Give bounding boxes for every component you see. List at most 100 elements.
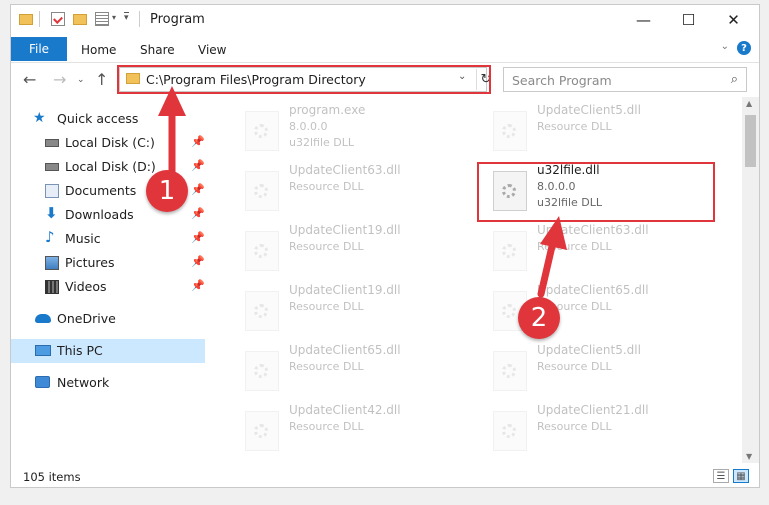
status-bar: 105 items ☰ ▦ <box>11 465 759 487</box>
star-icon: ★ <box>33 110 46 126</box>
expand-ribbon-icon[interactable]: ⌄ <box>721 41 729 52</box>
tab-file[interactable]: File <box>11 37 67 61</box>
sidebar-item-music[interactable]: ♪ Music 📌 <box>11 227 205 251</box>
vertical-scrollbar[interactable]: ▲ ▼ <box>742 97 759 463</box>
separator <box>139 11 140 27</box>
sidebar-item-network[interactable]: Network <box>11 371 205 395</box>
sidebar-item-label: Documents <box>65 183 137 198</box>
sidebar-item-label: Quick access <box>57 111 139 126</box>
file-description: Resource DLL <box>289 360 364 373</box>
file-item[interactable]: UpdateClient21.dll Resource DLL <box>479 399 709 455</box>
pin-icon[interactable]: 📌 <box>191 279 205 292</box>
drive-icon <box>45 139 59 147</box>
file-name: UpdateClient63.dll <box>289 163 401 177</box>
navigation-bar: ← → ⌄ ↑ C:\Program Files\Program Directo… <box>11 63 759 97</box>
back-icon[interactable]: ← <box>23 70 36 89</box>
forward-icon[interactable]: → <box>53 70 66 89</box>
file-item[interactable]: UpdateClient63.dll Resource DLL <box>479 219 709 275</box>
file-name: UpdateClient19.dll <box>289 283 401 297</box>
scrollbar-thumb[interactable] <box>745 115 756 167</box>
folder-icon <box>19 14 33 25</box>
tab-home[interactable]: Home <box>81 43 116 57</box>
scroll-up-icon[interactable]: ▲ <box>746 99 752 108</box>
sidebar-item-local-disk-c[interactable]: Local Disk (C:) 📌 <box>11 131 205 155</box>
search-icon[interactable]: ⌕ <box>731 72 738 87</box>
dll-icon <box>493 111 527 151</box>
file-item[interactable]: UpdateClient42.dll Resource DLL <box>231 399 461 455</box>
file-item[interactable]: UpdateClient19.dll Resource DLL <box>231 279 461 335</box>
sidebar-item-videos[interactable]: Videos 📌 <box>11 275 205 299</box>
ribbon: File Home Share View ⌄ ? <box>11 35 759 63</box>
pin-icon[interactable]: 📌 <box>191 135 205 148</box>
customize-toolbar-icon[interactable]: ▾ <box>124 12 129 23</box>
title-bar: ▾ ▾ Program — ☐ ✕ <box>11 5 759 35</box>
file-item[interactable]: UpdateClient19.dll Resource DLL <box>231 219 461 275</box>
sidebar-item-onedrive[interactable]: OneDrive <box>11 307 205 331</box>
computer-icon <box>35 345 51 356</box>
dropdown-icon[interactable]: ▾ <box>112 13 116 22</box>
file-name: UpdateClient63.dll <box>537 223 649 237</box>
file-description: Resource DLL <box>537 240 612 253</box>
minimize-button[interactable]: — <box>621 5 666 35</box>
file-description: Resource DLL <box>289 420 364 433</box>
help-icon[interactable]: ? <box>737 41 751 55</box>
tab-view[interactable]: View <box>198 43 226 57</box>
sidebar-item-quick-access[interactable]: ★ Quick access <box>11 107 205 131</box>
videos-icon <box>45 280 59 294</box>
dll-icon <box>245 291 279 331</box>
search-input[interactable]: Search Program ⌕ <box>503 67 747 92</box>
recent-locations-icon[interactable]: ⌄ <box>77 75 85 85</box>
new-folder-icon[interactable] <box>73 14 87 25</box>
dll-icon <box>493 231 527 271</box>
file-item[interactable]: UpdateClient65.dll Resource DLL <box>479 279 709 335</box>
tab-share[interactable]: Share <box>140 43 175 57</box>
sidebar-item-label: Pictures <box>65 255 115 270</box>
sidebar-item-label: Local Disk (D:) <box>65 159 156 174</box>
sidebar-item-label: This PC <box>57 343 103 358</box>
file-item[interactable]: UpdateClient5.dll Resource DLL <box>479 99 709 155</box>
sidebar-item-pictures[interactable]: Pictures 📌 <box>11 251 205 275</box>
music-icon: ♪ <box>45 228 55 246</box>
pin-icon[interactable]: 📌 <box>191 207 205 220</box>
step-1-badge: 1 <box>146 170 188 212</box>
file-item[interactable]: program.exe 8.0.0.0 u32lfile DLL <box>231 99 461 155</box>
file-list: program.exe 8.0.0.0 u32lfile DLL UpdateC… <box>221 97 741 463</box>
file-name: UpdateClient65.dll <box>537 283 649 297</box>
file-description: Resource DLL <box>289 300 364 313</box>
file-description: Resource DLL <box>289 180 364 193</box>
window-title: Program <box>150 12 205 27</box>
address-highlight-box <box>117 65 491 94</box>
pin-icon[interactable]: 📌 <box>191 183 205 196</box>
cloud-icon <box>35 314 51 323</box>
scroll-down-icon[interactable]: ▼ <box>746 452 752 461</box>
file-description: Resource DLL <box>289 240 364 253</box>
details-view-icon[interactable]: ☰ <box>713 469 729 483</box>
properties-icon[interactable] <box>51 12 65 26</box>
file-name: UpdateClient21.dll <box>537 403 649 417</box>
file-item[interactable]: UpdateClient65.dll Resource DLL <box>231 339 461 395</box>
file-description: Resource DLL <box>537 420 612 433</box>
separator <box>39 11 40 27</box>
file-name: program.exe <box>289 103 366 117</box>
maximize-button[interactable]: ☐ <box>666 5 711 35</box>
pin-icon[interactable]: 📌 <box>191 159 205 172</box>
pictures-icon <box>45 256 59 270</box>
search-placeholder: Search Program <box>512 73 612 88</box>
pin-icon[interactable]: 📌 <box>191 255 205 268</box>
tiles-view-icon[interactable]: ▦ <box>733 469 749 483</box>
navigation-pane: ★ Quick access Local Disk (C:) 📌 Local D… <box>11 97 205 463</box>
step-2-badge: 2 <box>518 297 560 339</box>
file-item[interactable]: UpdateClient5.dll Resource DLL <box>479 339 709 395</box>
sidebar-item-label: Music <box>65 231 101 246</box>
customize-view-icon[interactable] <box>95 12 109 26</box>
up-icon[interactable]: ↑ <box>95 70 108 89</box>
download-icon: ⬇ <box>45 204 58 222</box>
pin-icon[interactable]: 📌 <box>191 231 205 244</box>
file-name: UpdateClient5.dll <box>537 343 641 357</box>
file-item[interactable]: UpdateClient63.dll Resource DLL <box>231 159 461 215</box>
close-button[interactable]: ✕ <box>711 5 756 35</box>
file-name: UpdateClient5.dll <box>537 103 641 117</box>
drive-icon <box>45 163 59 171</box>
sidebar-item-this-pc[interactable]: This PC <box>11 339 205 363</box>
sidebar-item-label: OneDrive <box>57 311 116 326</box>
